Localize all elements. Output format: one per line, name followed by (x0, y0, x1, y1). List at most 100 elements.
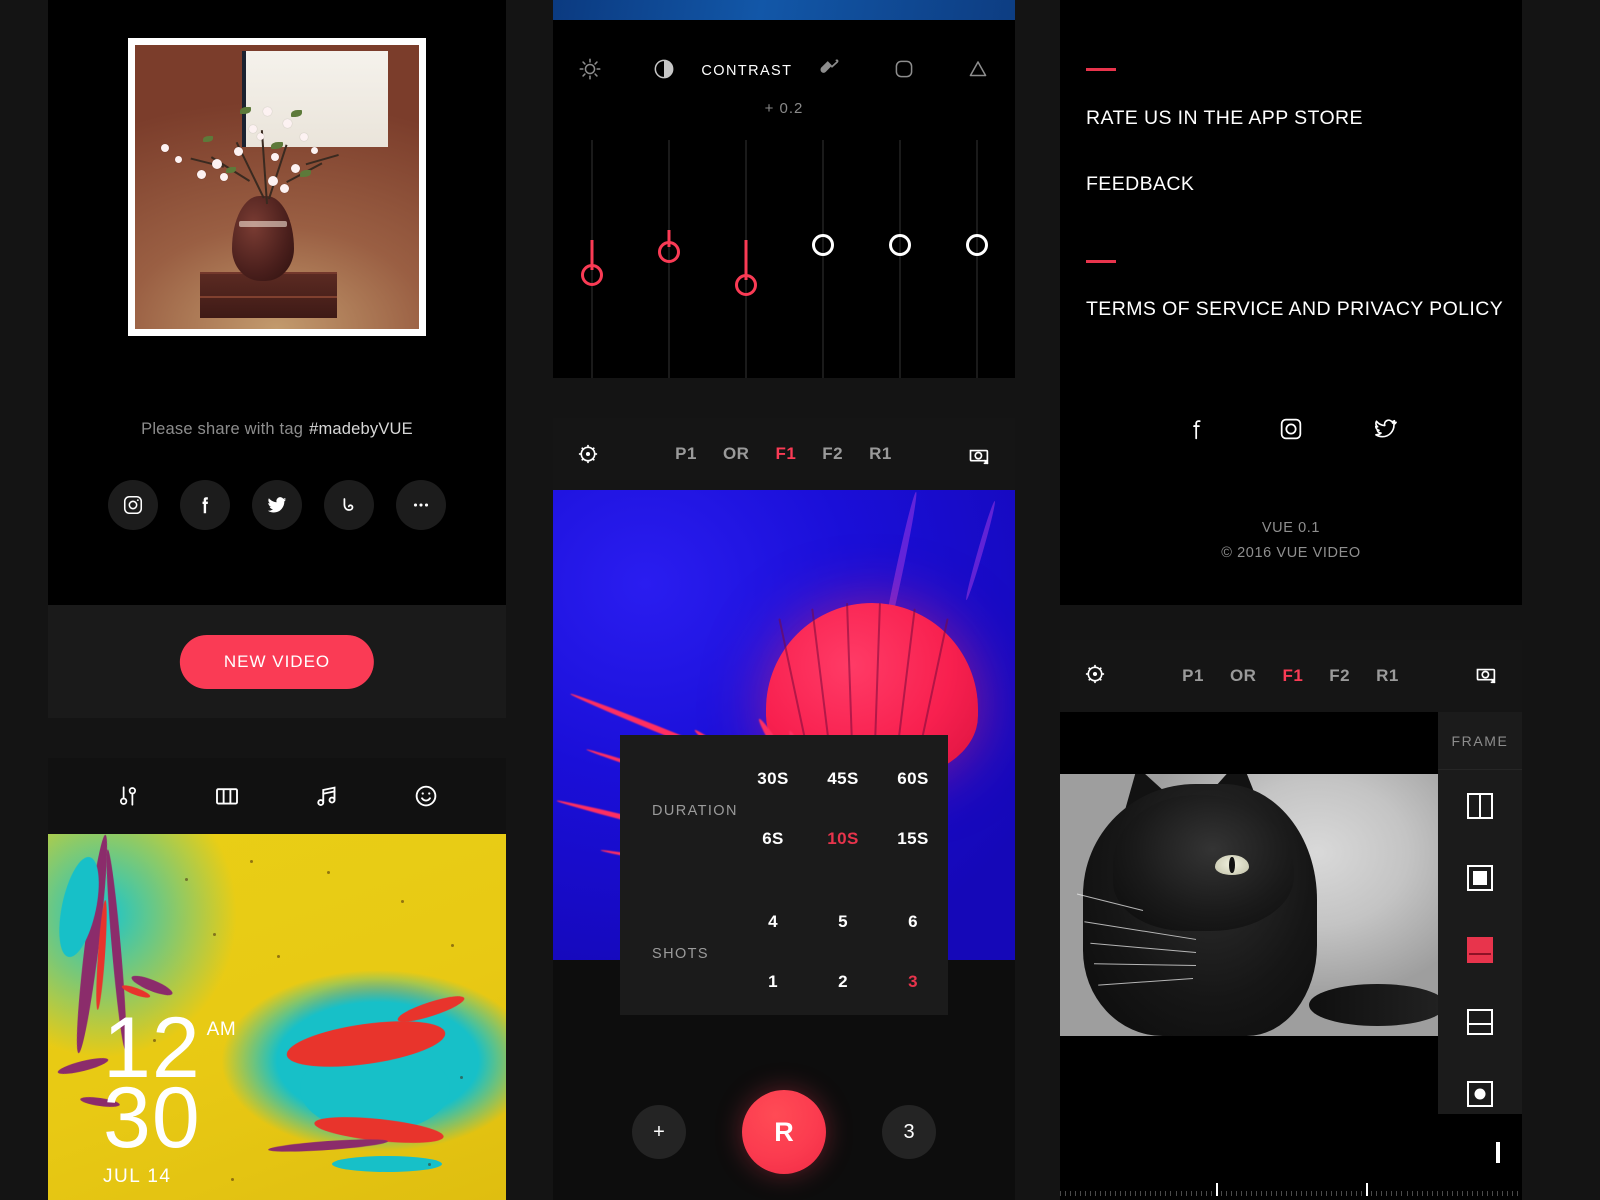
timeline-tick (1235, 1191, 1237, 1196)
timeline-tick (1341, 1191, 1343, 1196)
timeline-tick (1431, 1191, 1433, 1196)
timeline-tick (1461, 1191, 1463, 1196)
frame-split-vertical[interactable] (1438, 770, 1522, 842)
frame-mode-or[interactable]: OR (1230, 666, 1257, 686)
about-social-row (1060, 415, 1522, 448)
camera-mode-f1[interactable]: F1 (775, 444, 796, 464)
feedback-link[interactable]: FEEDBACK (1086, 173, 1194, 196)
timeline-tick (1471, 1191, 1473, 1196)
frame-square-inset[interactable] (1438, 842, 1522, 914)
slider-saturation[interactable] (707, 140, 784, 378)
adjust-value-readout: + 0.2 (764, 100, 804, 117)
timeline-tick (1506, 1191, 1508, 1196)
shots-title: SHOTS (652, 946, 709, 962)
slider-brightness[interactable] (553, 140, 630, 378)
shots-4[interactable]: 4 (738, 912, 808, 932)
share-tag-line: Please share with tag #madebyVUE (48, 420, 506, 439)
shots-5[interactable]: 5 (808, 912, 878, 932)
gear-aperture-icon[interactable] (575, 441, 601, 467)
new-video-button[interactable]: NEW VIDEO (179, 634, 375, 689)
instagram-icon[interactable] (1277, 415, 1305, 448)
slider-sharpen[interactable] (938, 140, 1015, 378)
timeline-tick (1215, 1183, 1218, 1196)
share-vine-button[interactable] (324, 480, 374, 530)
timeline-tick (1376, 1191, 1378, 1196)
timeline-tick (1240, 1191, 1242, 1196)
timeline-tick (1406, 1191, 1408, 1196)
more-icon (410, 494, 432, 516)
camera-mode-p1[interactable]: P1 (675, 444, 697, 464)
camera-mode-or[interactable]: OR (723, 444, 750, 464)
timeline-tick (1391, 1191, 1393, 1196)
contrast-label: CONTRAST (701, 63, 793, 79)
duration-6s[interactable]: 6S (738, 829, 808, 849)
slider-highlight[interactable] (784, 140, 861, 378)
shared-photo-image (135, 45, 419, 329)
twitter-icon[interactable] (1371, 415, 1399, 448)
timeline-tick (1180, 1191, 1182, 1196)
frame-timeline[interactable] (1060, 1114, 1522, 1200)
about-panel: RATE US IN THE APP STORE FEEDBACK TERMS … (1060, 0, 1522, 605)
frame-split-horizontal[interactable] (1438, 986, 1522, 1058)
frame-wide-bar[interactable] (1438, 914, 1522, 986)
timeline-tick (1285, 1191, 1287, 1196)
terms-link[interactable]: TERMS OF SERVICE AND PRIVACY POLICY (1086, 298, 1503, 321)
duration-row-bottom: 6S 10S 15S (738, 829, 948, 849)
camera-mode-f2[interactable]: F2 (822, 444, 843, 464)
share-twitter-button[interactable] (252, 480, 302, 530)
duration-15s[interactable]: 15S (878, 829, 948, 849)
slider-contrast[interactable] (630, 140, 707, 378)
timeline-tick (1105, 1191, 1107, 1196)
adjust-tool-row: CONTRAST (553, 48, 1015, 94)
frame-preview-image (1060, 774, 1438, 1036)
add-clip-button[interactable]: + (632, 1105, 686, 1159)
frame-mode-f1[interactable]: F1 (1282, 666, 1303, 686)
duration-45s[interactable]: 45S (808, 769, 878, 789)
share-screen-panel: Please share with tag #madebyVUE (48, 0, 506, 605)
smiley-face-icon[interactable] (411, 781, 441, 811)
frame-mode-p1[interactable]: P1 (1182, 666, 1204, 686)
camera-mode-r1[interactable]: R1 (869, 444, 892, 464)
timeline-tick (1245, 1191, 1247, 1196)
columns-frame-icon[interactable] (212, 781, 242, 811)
editor-panel: 12 AM 30 JUL 14 (48, 758, 506, 1200)
overlay-minutes: 30 (103, 1070, 201, 1167)
shot-count-button[interactable]: 3 (882, 1105, 936, 1159)
gear-aperture-icon[interactable] (1082, 661, 1108, 692)
app-copyright: © 2016 VUE VIDEO (1221, 545, 1361, 561)
frame-options-rail: FRAME (1438, 712, 1522, 1132)
record-button[interactable]: R (742, 1090, 826, 1174)
rate-us-link[interactable]: RATE US IN THE APP STORE (1086, 107, 1363, 130)
timeline-tick (1225, 1191, 1227, 1196)
timeline-tick (1451, 1191, 1453, 1196)
camera-flip-icon[interactable] (966, 441, 993, 468)
frame-wide-split[interactable] (1496, 1142, 1500, 1163)
camera-flip-icon[interactable] (1473, 660, 1500, 692)
instagram-icon (122, 494, 144, 516)
share-tag-value: #madebyVUE (309, 420, 413, 438)
adjust-tool-sharpen[interactable] (941, 56, 1015, 87)
adjust-tool-brightness[interactable] (553, 56, 627, 87)
duration-60s[interactable]: 60S (878, 769, 948, 789)
adjust-tool-saturation[interactable] (792, 54, 866, 89)
frame-mode-f2[interactable]: F2 (1329, 666, 1350, 686)
adjust-tool-contrast[interactable] (627, 56, 701, 87)
facebook-icon[interactable] (1183, 415, 1211, 448)
timeline-tick (1296, 1191, 1298, 1196)
music-note-icon[interactable] (312, 781, 342, 811)
share-instagram-button[interactable] (108, 480, 158, 530)
new-video-bar: NEW VIDEO (48, 605, 506, 718)
duration-10s[interactable]: 10S (808, 829, 878, 849)
timeline-tick (1270, 1191, 1272, 1196)
shots-1[interactable]: 1 (738, 972, 808, 992)
shots-3[interactable]: 3 (878, 972, 948, 992)
shots-2[interactable]: 2 (808, 972, 878, 992)
shots-6[interactable]: 6 (878, 912, 948, 932)
adjust-tool-vignette[interactable] (867, 56, 941, 87)
share-facebook-button[interactable] (180, 480, 230, 530)
frame-mode-r1[interactable]: R1 (1376, 666, 1399, 686)
duration-30s[interactable]: 30S (738, 769, 808, 789)
adjust-sliders-icon[interactable] (113, 781, 143, 811)
share-more-button[interactable] (396, 480, 446, 530)
slider-shadow[interactable] (861, 140, 938, 378)
